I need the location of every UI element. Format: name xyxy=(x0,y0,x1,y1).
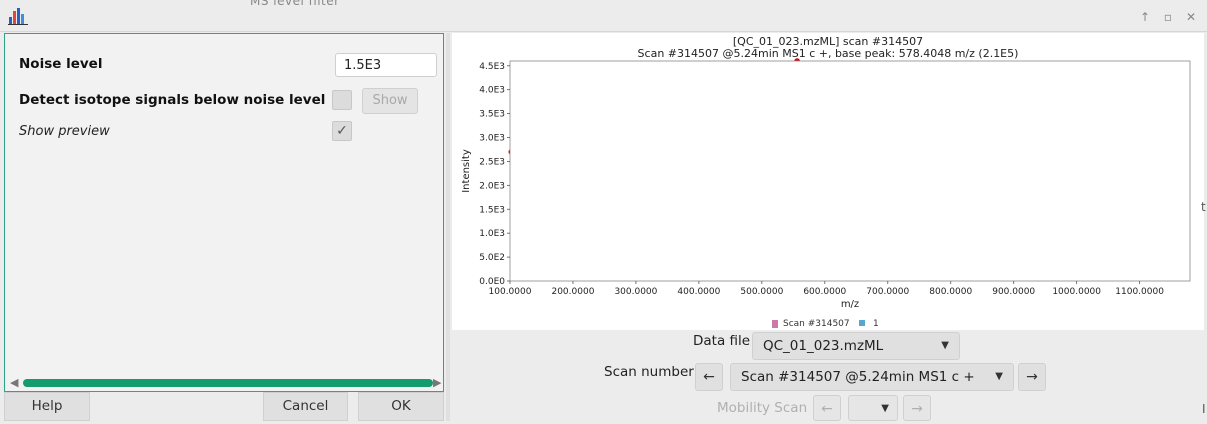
x-tick-label: 200.0000 xyxy=(551,287,594,297)
checkmark-icon: ✓ xyxy=(336,123,348,139)
isotope-signals-label: Detect isotope signals below noise level xyxy=(19,92,326,108)
scan-number-select[interactable]: Scan #314507 @5.24min MS1 c + ▼ xyxy=(730,363,1014,391)
next-scan-button[interactable]: → xyxy=(1018,363,1046,391)
y-tick-label: 3.0E3 xyxy=(479,134,505,144)
title-bar: MS level filter ↑ ▫ ✕ xyxy=(0,0,1207,32)
scroll-left-icon[interactable]: ◀ xyxy=(10,376,18,389)
scan-controls: Data file QC_01_023.mzML ▼ Scan number ←… xyxy=(452,330,1204,424)
chevron-down-icon: ▼ xyxy=(881,403,889,414)
noise-level-label: Noise level xyxy=(19,56,103,72)
chart-axes: 0.0E0 5.0E2 1.0E3 1.5E3 2.0E3 2.5E3 3.0E3 3.5E3… xyxy=(461,60,1191,310)
background-text-fragment-2: I xyxy=(1202,402,1206,416)
y-tick-label: 2.0E3 xyxy=(479,181,505,191)
x-tick-label: 300.0000 xyxy=(614,287,657,297)
mobility-scan-select[interactable]: ▼ xyxy=(848,395,898,421)
app-logo-icon xyxy=(8,8,28,25)
next-mobility-button[interactable]: → xyxy=(903,395,931,421)
y-tick-label: 5.0E2 xyxy=(479,253,505,263)
spectrum-chart[interactable]: 0.0E0 5.0E2 1.0E3 1.5E3 2.0E3 2.5E3 3.0E3 3.5E3… xyxy=(452,33,1204,316)
ok-button[interactable]: OK xyxy=(358,392,444,421)
maximize-icon[interactable]: ▫ xyxy=(1160,9,1176,25)
y-tick-label: 4.5E3 xyxy=(479,62,505,72)
data-file-select[interactable]: QC_01_023.mzML ▼ xyxy=(752,332,960,360)
x-tick-label: 400.0000 xyxy=(677,287,720,297)
cancel-button[interactable]: Cancel xyxy=(263,392,348,421)
x-tick-label: 800.0000 xyxy=(929,287,972,297)
x-tick-label: 1100.0000 xyxy=(1115,287,1164,297)
isotope-signals-checkbox[interactable] xyxy=(332,90,352,110)
y-tick-label: 1.0E3 xyxy=(479,229,505,239)
y-tick-label: 2.5E3 xyxy=(479,157,505,167)
help-button[interactable]: Help xyxy=(4,392,90,421)
x-tick-label: 100.0000 xyxy=(489,287,532,297)
spectrum-plot[interactable]: [QC_01_023.mzML] scan #314507 Scan #3145… xyxy=(452,33,1204,330)
split-pane-divider[interactable] xyxy=(446,33,450,421)
horizontal-scrollbar[interactable]: ◀ ▶ xyxy=(10,376,441,389)
noise-level-input[interactable]: 1.5E3 xyxy=(335,53,437,77)
previous-mobility-button[interactable]: ← xyxy=(813,395,841,421)
scan-number-label: Scan number xyxy=(604,364,694,380)
legend-swatch-1 xyxy=(859,320,865,326)
chart-legend: Scan #314507 1 xyxy=(452,316,1204,330)
show-preview-checkbox[interactable]: ✓ xyxy=(332,121,352,141)
y-tick-label: 0.0E0 xyxy=(479,277,505,287)
data-file-label: Data file xyxy=(693,333,751,349)
y-tick-label: 3.5E3 xyxy=(479,110,505,120)
chevron-down-icon: ▼ xyxy=(941,340,949,351)
spectral-preview-dialog: MS level filter ↑ ▫ ✕ Noise level 1.5E3 … xyxy=(0,0,1207,424)
close-icon[interactable]: ✕ xyxy=(1183,9,1199,25)
y-tick-label: 1.5E3 xyxy=(479,205,505,215)
x-tick-label: 700.0000 xyxy=(866,287,909,297)
chevron-down-icon: ▼ xyxy=(995,371,1003,382)
data-file-value: QC_01_023.mzML xyxy=(763,338,884,354)
y-tick-label: 4.0E3 xyxy=(479,86,505,96)
previous-scan-button[interactable]: ← xyxy=(695,363,723,391)
x-axis-label: m/z xyxy=(841,299,859,310)
x-tick-label: 900.0000 xyxy=(992,287,1035,297)
scrollbar-thumb[interactable] xyxy=(23,379,433,387)
background-window-title: MS level filter xyxy=(250,0,340,8)
plot-frame xyxy=(509,60,1191,282)
scan-number-value: Scan #314507 @5.24min MS1 c + xyxy=(741,369,975,385)
legend-label-1: 1 xyxy=(873,319,879,329)
parameters-panel: Noise level 1.5E3 Detect isotope signals… xyxy=(4,33,444,392)
x-tick-label: 600.0000 xyxy=(803,287,846,297)
legend-label-scan: Scan #314507 xyxy=(783,319,850,329)
legend-swatch-scan xyxy=(772,320,778,328)
window-up-icon[interactable]: ↑ xyxy=(1137,9,1153,25)
x-tick-label: 1000.0000 xyxy=(1052,287,1101,297)
background-text-fragment: t xyxy=(1201,200,1206,214)
mobility-scan-label: Mobility Scan xyxy=(717,400,808,416)
y-axis-label: Intensity xyxy=(461,149,472,193)
show-button[interactable]: Show xyxy=(362,88,418,114)
x-tick-label: 500.0000 xyxy=(740,287,783,297)
show-preview-label: Show preview xyxy=(19,124,110,139)
scroll-right-icon[interactable]: ▶ xyxy=(433,376,441,389)
